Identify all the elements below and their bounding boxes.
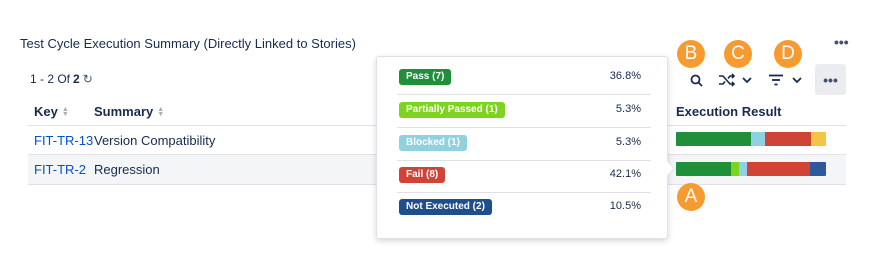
panel-title: Test Cycle Execution Summary (Directly L…	[20, 36, 356, 51]
bar-segment-partially-passed	[731, 162, 740, 176]
bar-segment-pass	[676, 162, 732, 176]
execution-result-popup: Pass (7) 36.8% Partially Passed (1) 5.3%…	[376, 56, 668, 239]
execution-result-bar[interactable]	[676, 162, 826, 176]
callout-d: D	[774, 40, 802, 68]
status-badge: Not Executed (2)	[399, 199, 492, 215]
status-percent: 5.3%	[615, 136, 641, 148]
column-header-summary[interactable]: Summary ▲ ▼	[94, 104, 164, 119]
callout-c: C	[724, 40, 752, 68]
refresh-icon[interactable]: ↻	[83, 72, 93, 86]
chevron-down-icon[interactable]	[789, 72, 805, 88]
status-badge: Pass (7)	[399, 69, 452, 85]
row-summary: Regression	[94, 162, 160, 177]
status-percent: 36.8%	[609, 70, 641, 82]
filter-icon[interactable]	[766, 70, 786, 90]
sort-icon[interactable]: ▲ ▼	[62, 106, 69, 118]
pagination-total: 2	[73, 72, 80, 86]
bar-segment-fail	[764, 132, 811, 146]
status-percent: 10.5%	[609, 200, 641, 212]
row-key-link[interactable]: FIT-TR-13	[34, 133, 93, 148]
column-header-key[interactable]: Key ▲ ▼	[34, 104, 69, 119]
column-header-key-label: Key	[34, 104, 58, 119]
panel-more-icon[interactable]: •••	[834, 34, 849, 50]
search-icon[interactable]	[686, 70, 706, 90]
legend-item: Fail (8) 42.1%	[397, 160, 651, 193]
shuffle-icon[interactable]	[716, 70, 738, 90]
bar-segment-blocked	[751, 132, 765, 146]
column-header-summary-label: Summary	[94, 104, 154, 119]
row-summary: Version Compatibility	[94, 133, 216, 148]
legend-item: Pass (7) 36.8%	[397, 62, 651, 95]
pagination-range: 1 - 2 Of	[30, 72, 71, 86]
status-percent: 5.3%	[615, 103, 641, 115]
status-badge: Partially Passed (1)	[399, 102, 505, 118]
sort-icon[interactable]: ▲ ▼	[157, 106, 164, 118]
legend-item: Not Executed (2) 10.5%	[397, 192, 651, 224]
execution-result-bar[interactable]	[676, 132, 826, 146]
callout-b: B	[677, 40, 705, 68]
column-header-execution-label: Execution Result	[676, 104, 782, 119]
bar-segment-fail	[747, 162, 811, 176]
column-header-execution-result: Execution Result	[676, 104, 781, 119]
legend-item: Blocked (1) 5.3%	[397, 128, 651, 161]
bar-segment-blocked	[739, 162, 748, 176]
callout-a: A	[677, 183, 705, 211]
status-badge: Blocked (1)	[399, 135, 467, 151]
bar-segment-not-executed	[810, 162, 826, 176]
legend-item: Partially Passed (1) 5.3%	[397, 95, 651, 128]
pagination-info: 1 - 2 Of 2 ↻	[30, 72, 93, 86]
more-icon[interactable]: •••	[815, 64, 846, 95]
bar-segment-pass	[676, 132, 751, 146]
row-key-link[interactable]: FIT-TR-2	[34, 162, 86, 177]
chevron-down-icon[interactable]	[739, 72, 755, 88]
status-badge: Fail (8)	[399, 167, 446, 183]
status-percent: 42.1%	[609, 168, 641, 180]
bar-segment-not-run-yellow	[811, 132, 826, 146]
